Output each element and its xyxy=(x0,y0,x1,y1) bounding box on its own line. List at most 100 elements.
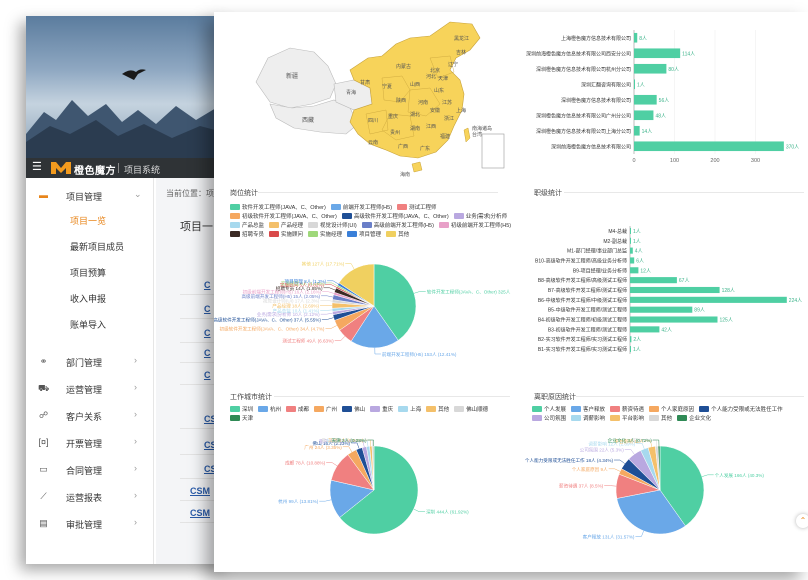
map-label-guizhou: 贵州 xyxy=(390,129,400,136)
legend-item[interactable]: 佛山顺德 xyxy=(454,406,488,415)
legend-item[interactable]: 高级软件开发工程师(JAVA、C、Other) xyxy=(341,213,449,222)
pie-label-line xyxy=(325,284,337,288)
bar[interactable] xyxy=(634,79,635,90)
legend-item[interactable]: 深圳 xyxy=(230,406,253,415)
legend-label: 深圳 xyxy=(242,407,254,413)
legend-item[interactable]: 佛山 xyxy=(342,406,365,415)
bar[interactable] xyxy=(630,237,631,244)
bar[interactable] xyxy=(634,125,640,136)
bar[interactable] xyxy=(630,227,631,234)
project-link[interactable]: CSM xyxy=(190,508,210,518)
legend-item[interactable]: 广州 xyxy=(314,406,337,415)
sidebar-item-project-list[interactable]: 项目一览 xyxy=(70,214,106,227)
legend-item[interactable]: 业务|需求|分析师 xyxy=(453,213,507,222)
sidebar-group-contract[interactable]: ▭ 合同管理 › xyxy=(26,458,154,480)
legend-item[interactable]: 客户释放 xyxy=(571,406,605,415)
sidebar-group-report[interactable]: ⟋ 运营报表 › xyxy=(26,485,154,507)
sidebar-group-label: 运营管理 xyxy=(66,385,103,395)
legend-item[interactable]: 企业文化 xyxy=(677,415,711,424)
map-label-jiangsu: 江苏 xyxy=(442,99,452,106)
legend-item[interactable]: 个人发展 xyxy=(532,406,566,415)
legend-item[interactable]: 软件开发工程师(JAVA、C、Other) xyxy=(230,204,326,213)
project-link[interactable]: C xyxy=(204,280,211,290)
legend-item[interactable]: 重庆 xyxy=(370,406,393,415)
pie-label-line xyxy=(604,485,617,487)
project-link[interactable]: C xyxy=(204,370,211,380)
legend-item[interactable]: 项目管理 xyxy=(347,231,381,240)
bar[interactable] xyxy=(630,257,635,264)
sidebar-group-approval[interactable]: ▤ 审批管理 › xyxy=(26,512,154,534)
pie-label-line xyxy=(326,462,338,467)
bar[interactable] xyxy=(630,286,720,294)
legend-item[interactable]: 实施经理 xyxy=(308,231,342,240)
pie-data-label: 客户释放 131人 (31.57%) xyxy=(583,533,635,540)
bar[interactable] xyxy=(630,296,787,303)
legend-item[interactable]: 杭州 xyxy=(258,406,281,415)
sidebar-group-dept[interactable]: ⚭ 部门管理 › xyxy=(26,350,154,372)
sidebar-group-crm[interactable]: ☍ 客户关系 › xyxy=(26,404,154,426)
legend-item[interactable]: 上海 xyxy=(398,406,421,415)
bar[interactable] xyxy=(630,316,718,323)
bar[interactable] xyxy=(634,32,638,43)
legend-item[interactable]: 视觉设计师(UI) xyxy=(308,222,357,231)
bar[interactable] xyxy=(634,48,681,59)
bar[interactable] xyxy=(634,141,784,152)
project-link[interactable]: C xyxy=(204,328,211,338)
legend-swatch xyxy=(230,406,240,412)
sidebar-group-ops[interactable]: ⛟ 运营管理 › xyxy=(26,377,154,399)
bar[interactable] xyxy=(634,94,657,105)
bar[interactable] xyxy=(630,277,677,284)
sidebar-item-income[interactable]: 收入申报 xyxy=(70,292,106,305)
legend-label: 成都 xyxy=(298,407,310,413)
pie-data-label: 其他 127人 (17.71%) xyxy=(302,261,345,268)
legend-item[interactable]: 测试工程师 xyxy=(397,204,437,213)
bar[interactable] xyxy=(630,326,660,333)
menu-icon[interactable]: ☰ xyxy=(32,162,42,173)
scroll-top-button[interactable]: ⌃ xyxy=(796,514,808,528)
legend-item[interactable]: 薪资待遇 xyxy=(610,406,644,415)
pie-label-line xyxy=(608,468,621,472)
legend-item[interactable]: 成都 xyxy=(286,406,309,415)
bar[interactable] xyxy=(630,267,639,274)
legend-item[interactable]: 个人能力受限或无法胜任工作 xyxy=(699,406,783,415)
sidebar-group-project[interactable]: ▬ 项目管理 ⌄ xyxy=(26,184,154,206)
company-bar-chart: 0 100 200 300 上海橙色魔方信息技术有限公司 8人深圳前海橙色魔方信息技术有限… xyxy=(526,30,799,164)
legend-item[interactable]: 前端开发工程师(H5) xyxy=(330,204,392,213)
project-link[interactable]: C xyxy=(204,348,211,358)
bar[interactable] xyxy=(634,110,654,121)
legend-item[interactable]: 实施顾问 xyxy=(269,231,303,240)
bar[interactable] xyxy=(630,247,633,254)
legend-item[interactable]: 平台影响 xyxy=(610,415,644,424)
legend-item[interactable]: 其他 xyxy=(649,415,672,424)
legend-swatch xyxy=(308,222,319,228)
legend-item[interactable]: 产品经理 xyxy=(269,222,303,231)
legend-item[interactable]: 个人家庭原因 xyxy=(649,406,694,415)
bar[interactable] xyxy=(634,63,667,74)
sidebar-item-bill-import[interactable]: 账单导入 xyxy=(70,318,106,331)
legend-item[interactable]: 其他 xyxy=(386,231,409,240)
legend-swatch xyxy=(532,415,542,421)
legend-item[interactable]: 高级前端开发工程师(H5) xyxy=(361,222,434,231)
legend-item[interactable]: 调薪影响 xyxy=(571,415,605,424)
legend-item[interactable]: 公司氛围 xyxy=(532,415,566,424)
sidebar-item-latest-members[interactable]: 最新项目成员 xyxy=(70,240,124,253)
sidebar-item-budget[interactable]: 项目预算 xyxy=(70,266,106,279)
legend-item[interactable]: 招聘专员 xyxy=(230,231,264,240)
legend-item[interactable]: 天津 xyxy=(230,415,253,424)
category-label: M4-总裁 xyxy=(608,228,627,235)
legend-swatch xyxy=(454,406,465,412)
map-label-jiangxi: 江西 xyxy=(426,123,436,130)
legend-item[interactable]: 初级前端开发工程师(H5) xyxy=(438,222,511,231)
legend-swatch xyxy=(314,406,325,412)
bar[interactable] xyxy=(630,306,693,313)
map-label-yunnan: 云南 xyxy=(368,139,378,146)
bar[interactable] xyxy=(630,336,632,343)
project-link[interactable]: CSM xyxy=(190,486,210,496)
legend-item[interactable]: 其他 xyxy=(426,406,449,415)
legend-label: 公司氛围 xyxy=(544,416,567,422)
legend-item[interactable]: 初级软件开发工程师(JAVA、C、Other) xyxy=(230,213,337,222)
project-link[interactable]: C xyxy=(204,304,211,314)
bar[interactable] xyxy=(630,346,631,353)
legend-item[interactable]: 产品总监 xyxy=(230,222,264,231)
sidebar-group-invoice[interactable]: [¤] 开票管理 › xyxy=(26,431,154,453)
